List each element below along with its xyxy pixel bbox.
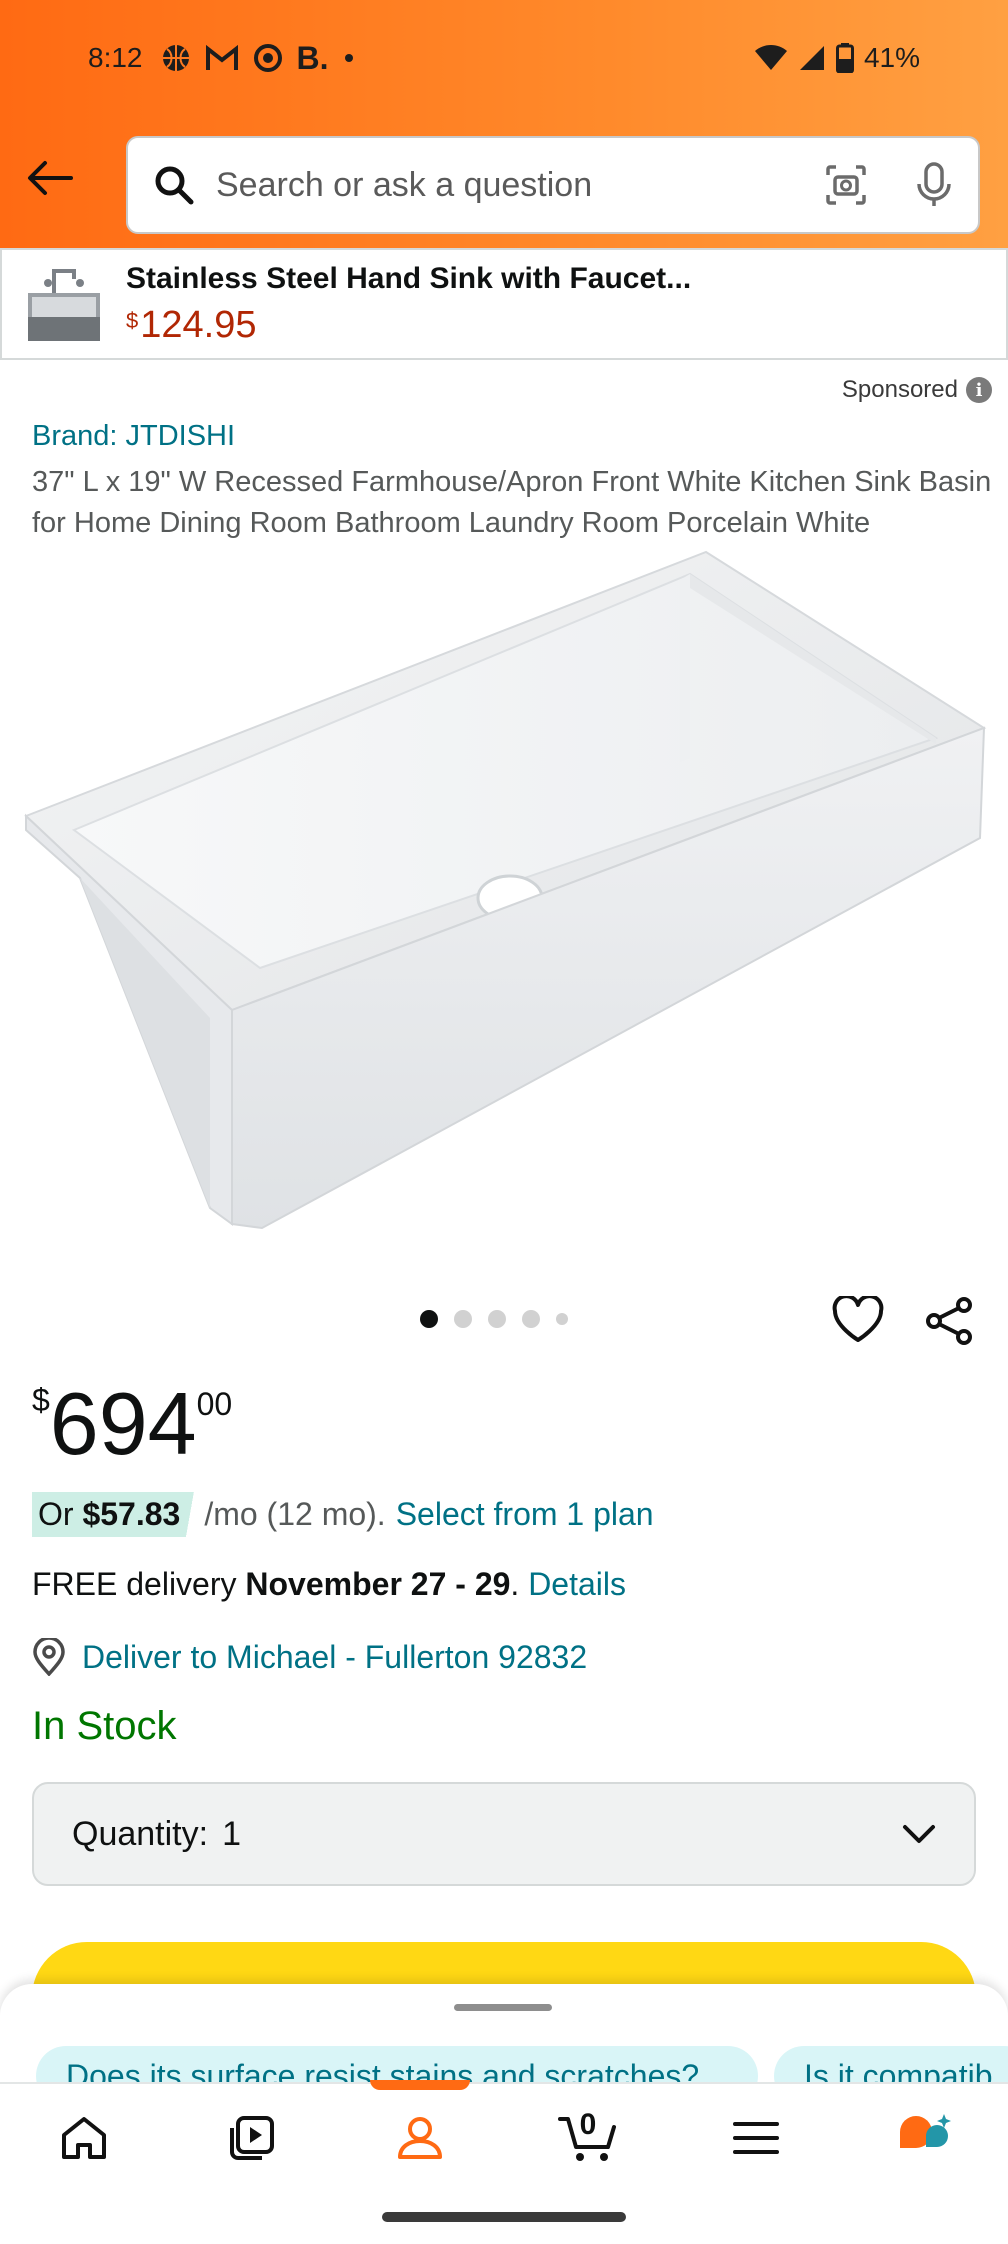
sponsored-product-banner[interactable]: Stainless Steel Hand Sink with Faucet...… <box>0 248 1008 360</box>
cart-count: 0 <box>579 2108 597 2141</box>
sheet-drag-handle[interactable] <box>454 2004 552 2011</box>
camera-search-icon[interactable] <box>824 163 868 207</box>
price-symbol: $ <box>32 1382 50 1418</box>
gesture-navigation-bar[interactable] <box>382 2212 626 2222</box>
price-fraction: 00 <box>196 1386 233 1422</box>
quantity-selector[interactable]: Quantity: 1 <box>32 1782 976 1886</box>
chevron-down-icon <box>902 1823 936 1845</box>
plan-period: /mo (12 mo). <box>204 1496 386 1532</box>
delivery-separator: . <box>510 1566 529 1602</box>
battery-level: 41% <box>863 42 920 73</box>
nav-rufus[interactable] <box>840 2084 1008 2192</box>
bottom-navigation: 0 <box>0 2080 1008 2192</box>
carousel-dot[interactable] <box>420 1310 438 1328</box>
wifi-icon <box>754 44 788 72</box>
rufus-icon <box>896 2112 952 2164</box>
search-bar[interactable]: Search or ask a question <box>126 136 980 234</box>
monthly-payment-badge: Or $57.83 <box>32 1492 201 1537</box>
signal-icon <box>798 44 826 72</box>
dot-icon <box>343 52 355 64</box>
delivery-dates: November 27 - 29 <box>245 1566 511 1602</box>
back-button[interactable] <box>22 150 78 206</box>
basketball-icon <box>161 43 191 73</box>
active-tab-indicator <box>370 2080 470 2090</box>
quantity-value: 1 <box>222 1814 241 1853</box>
record-icon <box>253 43 283 73</box>
carousel-dot[interactable] <box>556 1313 568 1325</box>
nav-account[interactable] <box>336 2080 504 2192</box>
stock-status: In Stock <box>32 1704 177 1748</box>
location-pin-icon <box>32 1638 66 1676</box>
deliver-to-text[interactable]: Deliver to Michael - Fullerton 92832 <box>82 1639 587 1676</box>
carousel-dot[interactable] <box>454 1310 472 1328</box>
quantity-label: Quantity: <box>72 1814 209 1853</box>
booking-icon: B. <box>296 39 329 76</box>
battery-icon <box>835 43 854 73</box>
wishlist-heart-icon[interactable] <box>832 1294 884 1349</box>
nav-home[interactable] <box>0 2084 168 2192</box>
sponsored-text: Sponsored <box>841 376 958 403</box>
image-carousel-indicator[interactable] <box>420 1310 568 1328</box>
info-icon[interactable]: i <box>966 377 992 403</box>
status-time: 8:12 <box>88 42 143 73</box>
gmail-icon <box>205 44 239 72</box>
nav-menu[interactable] <box>672 2084 840 2192</box>
product-title: 37" L x 19" W Recessed Farmhouse/Apron F… <box>32 466 992 539</box>
sponsored-product-thumbnail <box>24 259 104 349</box>
menu-icon <box>733 2120 779 2156</box>
delivery-prefix: FREE delivery <box>32 1566 246 1602</box>
sponsored-product-title: Stainless Steel Hand Sink with Faucet... <box>126 261 692 295</box>
delivery-info: FREE delivery November 27 - 29. Details <box>32 1566 626 1603</box>
product-price: $ 694 00 <box>32 1374 232 1474</box>
delivery-details-link[interactable]: Details <box>528 1566 626 1602</box>
nav-cart[interactable]: 0 <box>504 2084 672 2192</box>
sponsored-label[interactable]: Sponsored i <box>842 376 992 404</box>
deliver-to-location[interactable]: Deliver to Michael - Fullerton 92832 <box>32 1638 587 1676</box>
video-icon <box>228 2114 276 2162</box>
app-header: 8:12 B. 41% Search or ask a question <box>0 0 1008 248</box>
sponsored-product-price: $124.95 <box>126 304 691 347</box>
microphone-icon[interactable] <box>916 162 952 208</box>
search-input[interactable]: Search or ask a question <box>216 166 824 205</box>
select-plan-link[interactable]: Select from 1 plan <box>396 1496 654 1533</box>
nav-video[interactable] <box>168 2084 336 2192</box>
plan-amount: $57.83 <box>82 1496 181 1532</box>
search-icon <box>154 165 194 205</box>
brand-link[interactable]: Brand: JTDISHI <box>32 420 235 453</box>
sponsored-price-currency: $ <box>126 307 139 333</box>
plan-prefix: Or <box>38 1496 83 1532</box>
sponsored-price-value: 124.95 <box>140 303 257 346</box>
installment-plan: Or $57.83 /mo (12 mo). Select from 1 pla… <box>32 1492 654 1537</box>
carousel-dot[interactable] <box>522 1310 540 1328</box>
home-icon <box>60 2115 108 2161</box>
price-whole: 694 <box>49 1374 197 1473</box>
status-bar: 8:12 B. 41% <box>88 38 920 78</box>
product-image[interactable] <box>0 548 1008 1238</box>
account-icon <box>396 2115 444 2161</box>
carousel-dot[interactable] <box>488 1310 506 1328</box>
share-icon[interactable] <box>924 1296 974 1351</box>
